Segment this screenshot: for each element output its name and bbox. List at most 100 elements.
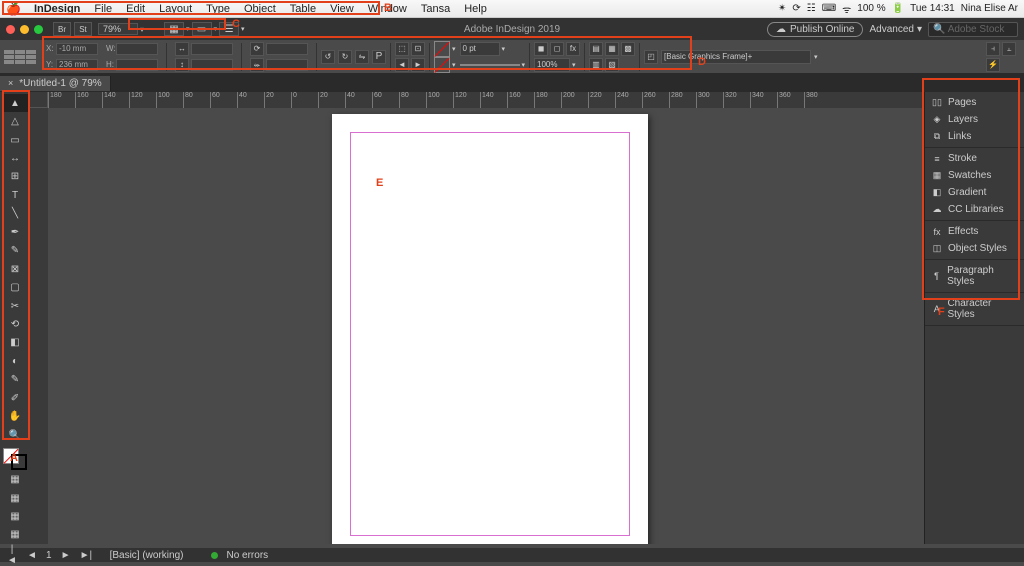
window-controls[interactable]	[6, 25, 43, 34]
chevron-down-icon[interactable]: ▾	[140, 25, 144, 34]
reference-point-grid[interactable]	[4, 50, 42, 64]
fill-swatch[interactable]	[434, 41, 450, 57]
flip-h-icon[interactable]: ⇋	[355, 50, 369, 64]
bridge-button[interactable]: Br	[53, 22, 71, 36]
panel-links[interactable]: ⧉Links	[925, 128, 1024, 145]
object-style-selector[interactable]: [Basic Graphics Frame]+	[661, 50, 811, 64]
shear-input[interactable]	[266, 59, 308, 71]
stroke-weight-input[interactable]: 0 pt	[460, 42, 500, 56]
text-wrap-col-icon[interactable]: ▧	[605, 58, 619, 72]
scissors-tool[interactable]: ✂	[2, 297, 28, 315]
content-collector-tool[interactable]: ⊞	[2, 168, 28, 186]
menu-indesign[interactable]: InDesign	[27, 3, 87, 15]
select-container-icon[interactable]: ⬚	[395, 42, 409, 56]
publish-online-button[interactable]: ☁Publish Online	[767, 22, 863, 37]
apply-gradient-icon[interactable]: ▦	[2, 489, 28, 507]
select-prev-icon[interactable]: ◄	[395, 58, 409, 72]
zoom-tool[interactable]: 🔍	[2, 426, 28, 444]
canvas-area[interactable]: 1801601401201008060402002040608010012014…	[30, 92, 924, 544]
note-tool[interactable]: ✎	[2, 371, 28, 389]
panel-stroke[interactable]: ≡Stroke	[925, 150, 1024, 167]
text-wrap-none-icon[interactable]: ▤	[589, 42, 603, 56]
zoom-level[interactable]: 79%	[98, 23, 138, 35]
stroke-style-selector[interactable]	[460, 64, 520, 66]
ruler-origin[interactable]	[30, 92, 48, 108]
hand-tool[interactable]: ✋	[2, 407, 28, 425]
close-tab-icon[interactable]: ×	[8, 78, 13, 88]
width-input[interactable]	[116, 43, 158, 55]
type-tool[interactable]: T	[2, 186, 28, 204]
apply-color-icon[interactable]: ▦	[2, 470, 28, 488]
text-wrap-shape-icon[interactable]: ▩	[621, 42, 635, 56]
menu-object[interactable]: Object	[237, 3, 283, 15]
view-opt-2[interactable]: ▭	[192, 22, 212, 36]
pen-tool[interactable]: ✒	[2, 223, 28, 241]
scale-x-icon[interactable]: ↔	[175, 42, 189, 56]
bolt-icon[interactable]: ⚡	[986, 58, 1000, 72]
scale-y-icon[interactable]: ↕	[175, 58, 189, 72]
page-tool[interactable]: ▭	[2, 131, 28, 149]
horizontal-ruler[interactable]: 1801601401201008060402002040608010012014…	[48, 92, 924, 108]
menu-tansa[interactable]: Tansa	[414, 3, 457, 15]
y-position-input[interactable]	[56, 59, 98, 71]
corner-options-icon[interactable]: ◰	[644, 50, 658, 64]
gradient-feather-tool[interactable]: ◐	[2, 352, 28, 370]
panel-paragraph-styles[interactable]: ¶Paragraph Styles	[925, 262, 1024, 290]
selection-tool[interactable]: ▲	[2, 94, 28, 112]
rotate-cw-icon[interactable]: ↻	[338, 50, 352, 64]
preflight-profile[interactable]: [Basic] (working)	[110, 550, 184, 561]
gradient-swatch-tool[interactable]: ◧	[2, 334, 28, 352]
rotate-ccw-icon[interactable]: ↺	[321, 50, 335, 64]
panel-effects[interactable]: fxEffects	[925, 223, 1024, 240]
drop-shadow-icon[interactable]: ◼	[534, 42, 548, 56]
apple-icon[interactable]: 🍎	[6, 2, 21, 16]
x-position-input[interactable]	[56, 43, 98, 55]
shear-icon[interactable]: ⬰	[250, 58, 264, 72]
menu-edit[interactable]: Edit	[119, 3, 152, 15]
rectangle-frame-tool[interactable]: ⊠	[2, 260, 28, 278]
menu-file[interactable]: File	[87, 3, 119, 15]
stroke-swatch[interactable]	[434, 57, 450, 73]
line-tool[interactable]: ╲	[2, 205, 28, 223]
scale-y-input[interactable]	[191, 59, 233, 71]
close-window-icon[interactable]	[6, 25, 15, 34]
rectangle-tool[interactable]: ▢	[2, 278, 28, 296]
panel-object-styles[interactable]: ◫Object Styles	[925, 240, 1024, 257]
menu-view[interactable]: View	[323, 3, 361, 15]
view-opt-1[interactable]: ▦	[164, 22, 184, 36]
scale-x-input[interactable]	[191, 43, 233, 55]
panel-gradient[interactable]: ◧Gradient	[925, 184, 1024, 201]
panel-swatches[interactable]: ▦Swatches	[925, 167, 1024, 184]
prev-page-button[interactable]: ◄	[26, 550, 38, 561]
panel-layers[interactable]: ◈Layers	[925, 111, 1024, 128]
gap-tool[interactable]: ↔	[2, 149, 28, 167]
opacity-input[interactable]: 100%	[534, 58, 570, 72]
text-wrap-jump-icon[interactable]: ▥	[589, 58, 603, 72]
workspace-selector[interactable]: Advanced▾	[869, 24, 922, 35]
menu-help[interactable]: Help	[457, 3, 494, 15]
effects-icon[interactable]: ◻	[550, 42, 564, 56]
menu-layout[interactable]: Layout	[152, 3, 199, 15]
pencil-tool[interactable]: ✎	[2, 242, 28, 260]
next-page-button[interactable]: ►	[60, 550, 72, 561]
select-next-icon[interactable]: ►	[411, 58, 425, 72]
document-tab[interactable]: × *Untitled-1 @ 79%	[0, 76, 111, 91]
text-wrap-bbox-icon[interactable]: ▦	[605, 42, 619, 56]
menu-type[interactable]: Type	[199, 3, 237, 15]
height-input[interactable]	[116, 59, 158, 71]
eyedropper-tool[interactable]: ✐	[2, 389, 28, 407]
select-content-icon[interactable]: ⊡	[411, 42, 425, 56]
rotate-input[interactable]	[266, 43, 308, 55]
apply-none-icon[interactable]: ▦	[2, 507, 28, 525]
page-number[interactable]: 1	[46, 550, 52, 561]
direct-selection-tool[interactable]: △	[2, 112, 28, 130]
search-stock-input[interactable]: 🔍 Adobe Stock	[928, 22, 1018, 37]
rotate-icon[interactable]: ⟳	[250, 42, 264, 56]
fx-icon[interactable]: fx	[566, 42, 580, 56]
p-icon[interactable]: P	[372, 50, 386, 64]
view-mode-icon[interactable]: ▦	[2, 526, 28, 544]
preflight-errors[interactable]: No errors	[226, 550, 268, 561]
align-icon[interactable]: ⫞	[986, 42, 1000, 56]
panel-cc-libraries[interactable]: ☁CC Libraries	[925, 201, 1024, 218]
minimize-window-icon[interactable]	[20, 25, 29, 34]
